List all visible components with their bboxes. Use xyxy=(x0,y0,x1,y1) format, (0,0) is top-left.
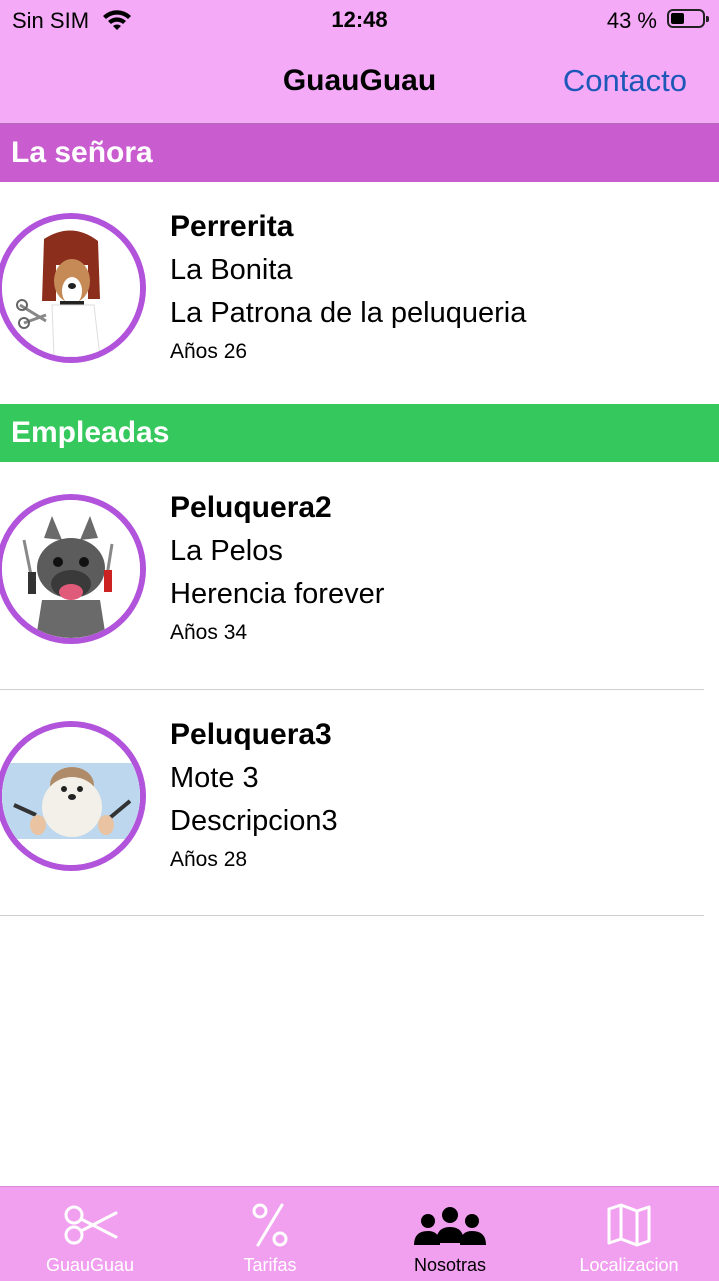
section-header-la-senora: La señora xyxy=(0,124,719,182)
row-divider xyxy=(0,689,704,690)
item-age: Años 28 xyxy=(170,848,248,871)
tab-tarifas[interactable]: Tarifas xyxy=(180,1187,360,1281)
tab-nosotras[interactable]: Nosotras xyxy=(360,1187,540,1281)
tab-label: Localizacion xyxy=(579,1255,679,1275)
tab-bar: GuauGuau Tarifas Nosotras Localizacion xyxy=(0,1186,719,1281)
item-nickname: La Bonita xyxy=(170,254,293,286)
top-bar: Sin SIM 12:48 43 % GuauGuau Contacto xyxy=(0,0,719,124)
avatar xyxy=(0,721,146,871)
item-age: Años 34 xyxy=(170,621,248,644)
item-name: Peluquera2 xyxy=(170,491,332,524)
tab-label: Tarifas xyxy=(243,1255,297,1275)
battery-icon xyxy=(667,9,709,28)
item-description: Descripcion3 xyxy=(170,805,338,837)
tab-localizacion[interactable]: Localizacion xyxy=(539,1187,719,1281)
item-nickname: La Pelos xyxy=(170,535,283,567)
item-info: Peluquera3 Mote 3 Descripcion3 Años 28 xyxy=(170,713,338,877)
item-name: Perrerita xyxy=(170,210,294,243)
item-info: Peluquera2 La Pelos Herencia forever Año… xyxy=(170,486,384,650)
item-description: Herencia forever xyxy=(170,578,385,610)
contact-button[interactable]: Contacto xyxy=(563,63,687,99)
avatar xyxy=(0,213,146,363)
tab-guauguau[interactable]: GuauGuau xyxy=(0,1187,180,1281)
tab-label: GuauGuau xyxy=(45,1255,135,1275)
people-icon xyxy=(414,1207,486,1245)
item-nickname: Mote 3 xyxy=(170,762,259,794)
battery-percent: 43 % xyxy=(606,8,657,33)
tab-label: Nosotras xyxy=(413,1255,487,1275)
section-header-empleadas: Empleadas xyxy=(0,404,719,462)
percent-icon xyxy=(252,1203,288,1247)
item-description: La Patrona de la peluqueria xyxy=(170,297,527,329)
item-age: Años 26 xyxy=(170,340,248,363)
item-info: Perrerita La Bonita La Patrona de la pel… xyxy=(170,205,526,369)
item-name: Peluquera3 xyxy=(170,718,332,751)
scissors-icon xyxy=(64,1205,118,1245)
status-bar: Sin SIM 12:48 43 % xyxy=(0,0,719,40)
map-icon xyxy=(607,1203,651,1247)
avatar xyxy=(0,494,146,644)
row-divider xyxy=(0,915,704,916)
